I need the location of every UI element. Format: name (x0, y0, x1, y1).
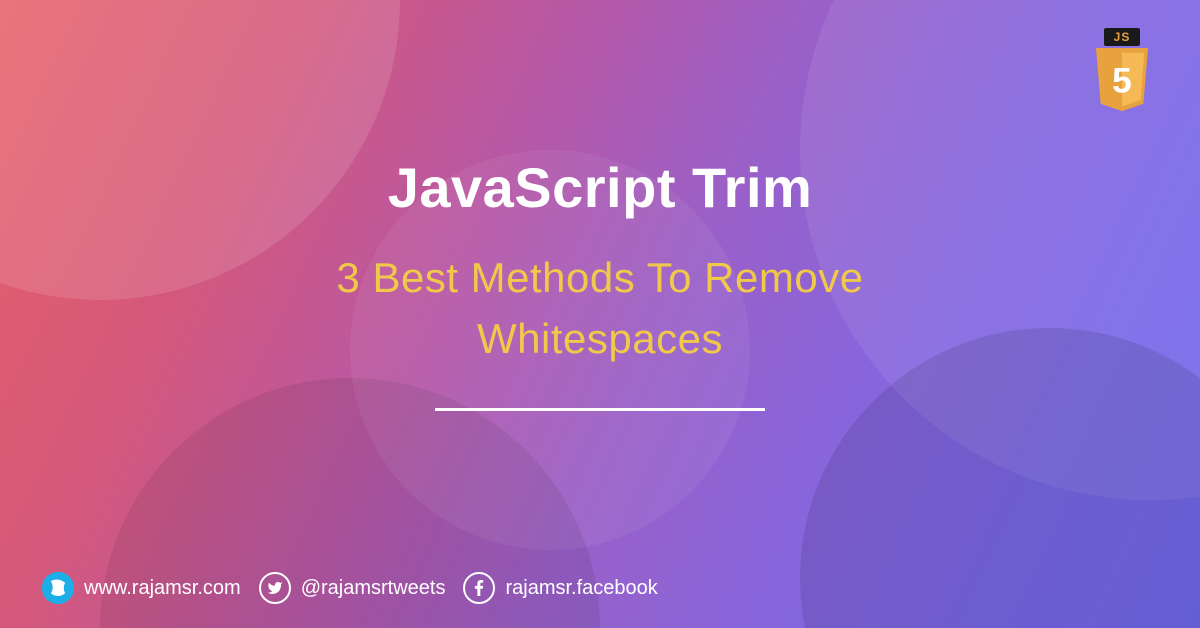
title-underline (435, 408, 765, 411)
svg-text:5: 5 (1112, 62, 1132, 101)
main-content: JavaScript Trim 3 Best Methods To Remove… (0, 155, 1200, 411)
facebook-text: rajamsr.facebook (505, 577, 657, 600)
footer-social-links: www.rajamsr.com @rajamsrtweets rajamsr.f… (42, 572, 658, 604)
website-link[interactable]: www.rajamsr.com (42, 572, 241, 604)
subtitle-line-2: Whitespaces (336, 309, 863, 370)
twitter-link[interactable]: @rajamsrtweets (259, 572, 446, 604)
subtitle-line-1: 3 Best Methods To Remove (336, 248, 863, 309)
javascript-logo: JS 5 (1086, 28, 1158, 113)
facebook-link[interactable]: rajamsr.facebook (463, 572, 657, 604)
html5-shield-icon: 5 (1090, 48, 1154, 113)
page-title: JavaScript Trim (388, 155, 813, 220)
page-subtitle: 3 Best Methods To Remove Whitespaces (336, 248, 863, 370)
website-text: www.rajamsr.com (84, 577, 241, 600)
js-logo-text: JS (1104, 28, 1141, 46)
brand-logo-icon (42, 572, 74, 604)
twitter-text: @rajamsrtweets (301, 577, 446, 600)
facebook-icon (463, 572, 495, 604)
twitter-icon (259, 572, 291, 604)
